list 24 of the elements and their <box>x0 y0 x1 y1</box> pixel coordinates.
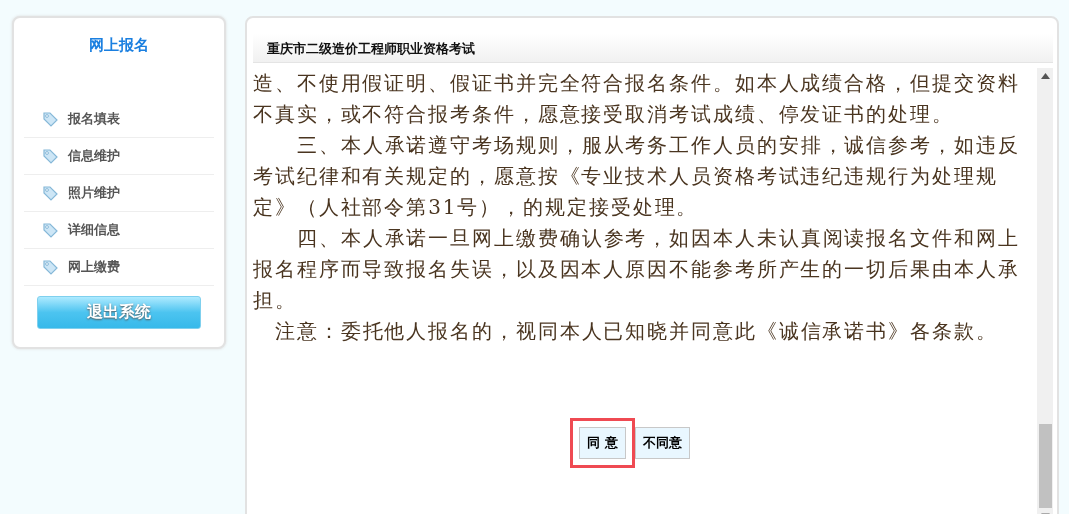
agreement-text: 不真实，或不符合报考条件，愿意接受取消考试成绩、停发证书的处理。 <box>253 101 954 128</box>
scroll-thumb[interactable] <box>1038 424 1052 508</box>
agreement-text: 报名程序而导致报名失误，以及因本人原因不能参考所产生的一切后果由本人承 <box>253 256 1020 283</box>
agreement-text: 担。 <box>253 287 297 314</box>
agreement-text: 定》（人社部令第31号），的规定接受处理。 <box>253 194 699 221</box>
agreement-text: 注意：委托他人报名的，视同本人已知晓并同意此《诚信承诺书》各条款。 <box>274 318 998 345</box>
scrollbar[interactable] <box>1037 68 1053 514</box>
agreement-text: 造、不使用假证明、假证书并完全符合报名条件。如本人成绩合格，但提交资料 <box>253 70 1020 97</box>
disagree-button[interactable]: 不同意 <box>634 427 690 459</box>
tag-icon <box>42 259 58 275</box>
menu-item[interactable]: 照片维护 <box>24 175 214 212</box>
tag-icon <box>42 185 58 201</box>
tag-icon <box>42 148 58 164</box>
menu-item[interactable]: 网上缴费 <box>24 249 214 286</box>
agreement-text: 三、本人承诺遵守考场规则，服从考务工作人员的安排，诚信参考，如违反 <box>296 132 1020 159</box>
menu-item[interactable]: 报名填表 <box>24 101 214 138</box>
agreement-text: 考试纪律和有关规定的，愿意按《专业技术人员资格考试违纪违规行为处理规 <box>253 163 998 190</box>
sidebar-title: 网上报名 <box>89 36 149 55</box>
tag-icon <box>42 222 58 238</box>
tag-icon <box>42 111 58 127</box>
menu-item[interactable]: 详细信息 <box>24 212 214 249</box>
agreement-text: 四、本人承诺一旦网上缴费确认参考，如因本人未认真阅读报名文件和网上 <box>296 225 1020 252</box>
scroll-up-icon[interactable] <box>1040 73 1050 79</box>
menu-item[interactable]: 信息维护 <box>24 138 214 175</box>
